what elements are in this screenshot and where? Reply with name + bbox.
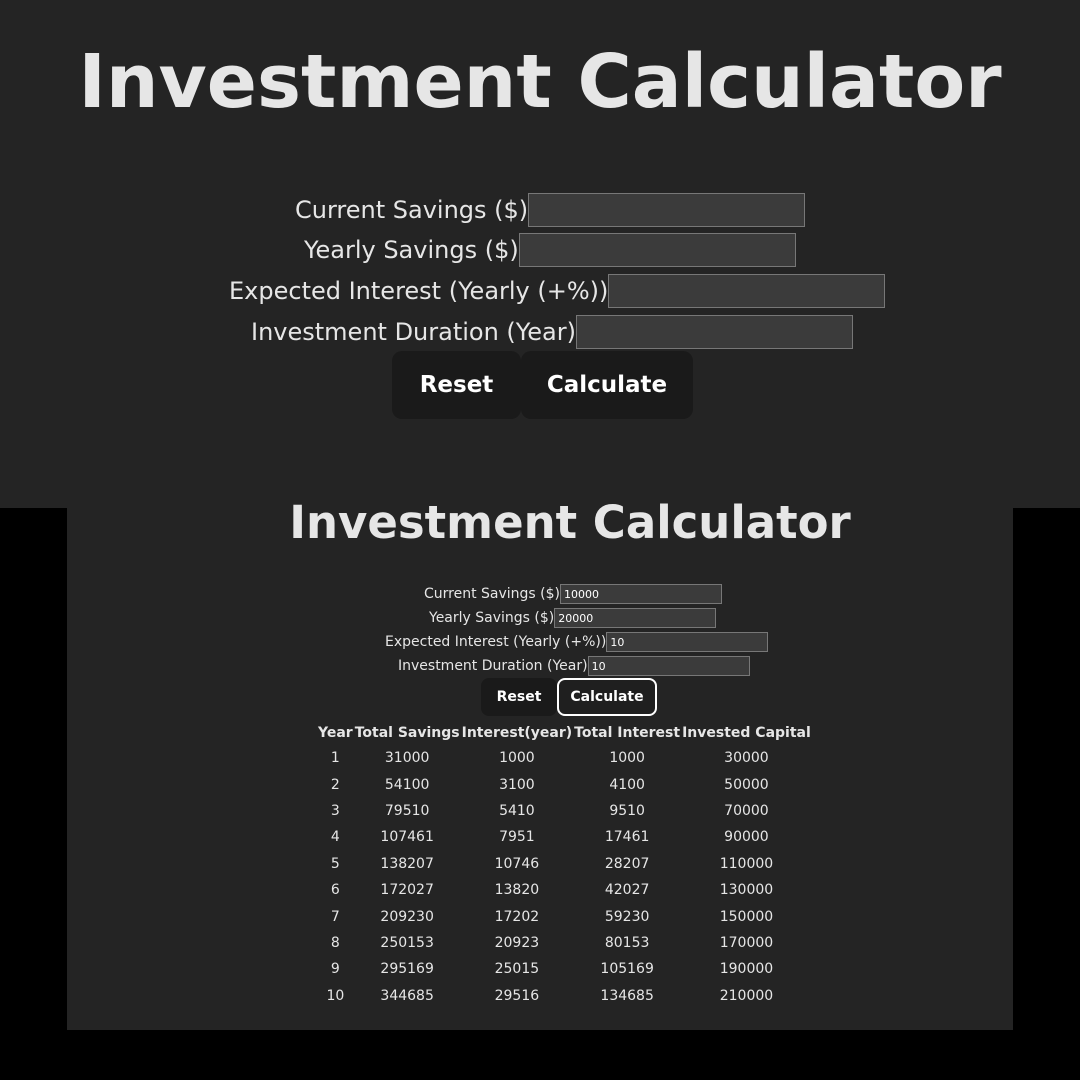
cell-invested-capital: 30000 [724,750,769,767]
table-row: 5 138207 10746 28207 110000 [317,851,812,877]
cell-total-savings: 209230 [380,908,434,925]
table-row: 3 79510 5410 9510 70000 [317,798,812,824]
reset-button[interactable]: Reset [481,678,557,716]
cell-interest-year: 7951 [499,829,535,846]
cell-total-savings: 295169 [380,961,434,978]
cell-year: 5 [330,855,340,872]
current-savings-label: Current Savings ($) [424,586,561,602]
cell-total-savings: 79510 [384,802,430,819]
duration-input[interactable] [575,315,853,349]
cell-invested-capital: 50000 [724,776,769,793]
cell-interest-year: 29516 [494,987,540,1004]
cell-total-savings: 107461 [380,829,434,846]
yearly-savings-label: Yearly Savings ($) [429,610,555,626]
cell-invested-capital: 90000 [724,829,769,846]
duration-row: Investment Duration (Year) [251,315,853,349]
cell-interest-year: 5410 [499,802,535,819]
current-savings-input[interactable] [528,193,806,227]
cell-invested-capital: 170000 [719,934,774,951]
yearly-savings-label: Yearly Savings ($) [304,236,519,264]
cell-interest-year: 13820 [494,882,540,899]
cell-total-savings: 31000 [384,750,430,767]
cell-total-savings: 250153 [380,934,434,951]
expected-interest-row: Expected Interest (Yearly (+%)) [385,632,769,652]
expected-interest-input[interactable] [606,632,769,652]
yearly-savings-row: Yearly Savings ($) [429,608,717,628]
cell-year: 2 [330,776,340,793]
yearly-savings-row: Yearly Savings ($) [304,233,796,267]
cell-total-interest: 17461 [604,829,650,846]
yearly-savings-input[interactable] [554,608,717,628]
table-row: 8 250153 20923 80153 170000 [317,930,812,956]
header-year: Year [318,724,353,741]
cell-interest-year: 3100 [499,776,535,793]
table-row: 1 31000 1000 1000 30000 [317,745,812,771]
cell-interest-year: 1000 [499,750,535,767]
cell-year: 8 [330,934,340,951]
header-interest-year: Interest(year) [461,724,573,741]
expected-interest-row: Expected Interest (Yearly (+%)) [229,274,886,308]
duration-label: Investment Duration (Year) [398,658,588,674]
duration-label: Investment Duration (Year) [251,318,576,346]
cell-total-savings: 344685 [380,987,434,1004]
table-row: 2 54100 3100 4100 50000 [317,771,812,797]
table-row: 9 295169 25015 105169 190000 [317,956,812,982]
duration-input[interactable] [587,656,750,676]
reset-button[interactable]: Reset [392,351,521,419]
table-row: 7 209230 17202 59230 150000 [317,903,812,929]
cell-total-interest: 105169 [600,961,654,978]
cell-total-interest: 59230 [604,908,650,925]
cell-invested-capital: 130000 [719,882,774,899]
cell-total-interest: 1000 [609,750,645,767]
table-body: 1 31000 1000 1000 30000 2 54100 3100 4100 50000 3 7… [317,745,812,1009]
header-total-savings: Total Savings [354,724,460,741]
cell-year: 3 [330,802,340,819]
current-savings-label: Current Savings ($) [295,196,529,224]
cell-invested-capital: 190000 [719,961,774,978]
duration-row: Investment Duration (Year) [398,656,750,676]
cell-total-interest: 80153 [604,934,650,951]
table-row: 10 344685 29516 134685 210000 [317,983,812,1009]
cell-year: 10 [326,987,345,1004]
current-savings-row: Current Savings ($) [295,193,806,227]
cell-invested-capital: 70000 [724,802,769,819]
cell-year: 6 [330,882,340,899]
cell-year: 7 [330,908,340,925]
page-title: Investment Calculator [78,39,1002,125]
table-header-row: Year Total Savings Interest(year) Total … [317,720,812,745]
table-row: 4 107461 7951 17461 90000 [317,824,812,850]
cell-total-savings: 54100 [384,776,430,793]
expected-interest-input[interactable] [608,274,886,308]
page-title-result: Investment Calculator [289,496,851,549]
calculate-button[interactable]: Calculate [521,351,693,419]
cell-total-interest: 4100 [609,776,645,793]
yearly-savings-input[interactable] [518,233,796,267]
results-table: Year Total Savings Interest(year) Total … [317,720,812,1009]
cell-total-savings: 172027 [380,882,434,899]
cell-invested-capital: 150000 [719,908,774,925]
cell-total-savings: 138207 [380,855,434,872]
cell-year: 4 [330,829,340,846]
cell-invested-capital: 210000 [719,987,774,1004]
current-savings-row: Current Savings ($) [424,584,723,604]
current-savings-input[interactable] [560,584,723,604]
calculate-button[interactable]: Calculate [557,678,657,716]
cell-total-interest: 28207 [604,855,650,872]
cell-interest-year: 20923 [494,934,540,951]
table-row: 6 172027 13820 42027 130000 [317,877,812,903]
cell-interest-year: 17202 [494,908,540,925]
cell-year: 1 [330,750,340,767]
cell-year: 9 [330,961,340,978]
cell-total-interest: 9510 [609,802,645,819]
cell-interest-year: 25015 [494,961,540,978]
cell-total-interest: 42027 [604,882,650,899]
cell-total-interest: 134685 [600,987,654,1004]
expected-interest-label: Expected Interest (Yearly (+%)) [385,634,607,650]
header-invested-capital: Invested Capital [682,724,811,741]
cell-interest-year: 10746 [494,855,540,872]
header-total-interest: Total Interest [574,724,681,741]
cell-invested-capital: 110000 [719,855,774,872]
expected-interest-label: Expected Interest (Yearly (+%)) [229,277,609,305]
